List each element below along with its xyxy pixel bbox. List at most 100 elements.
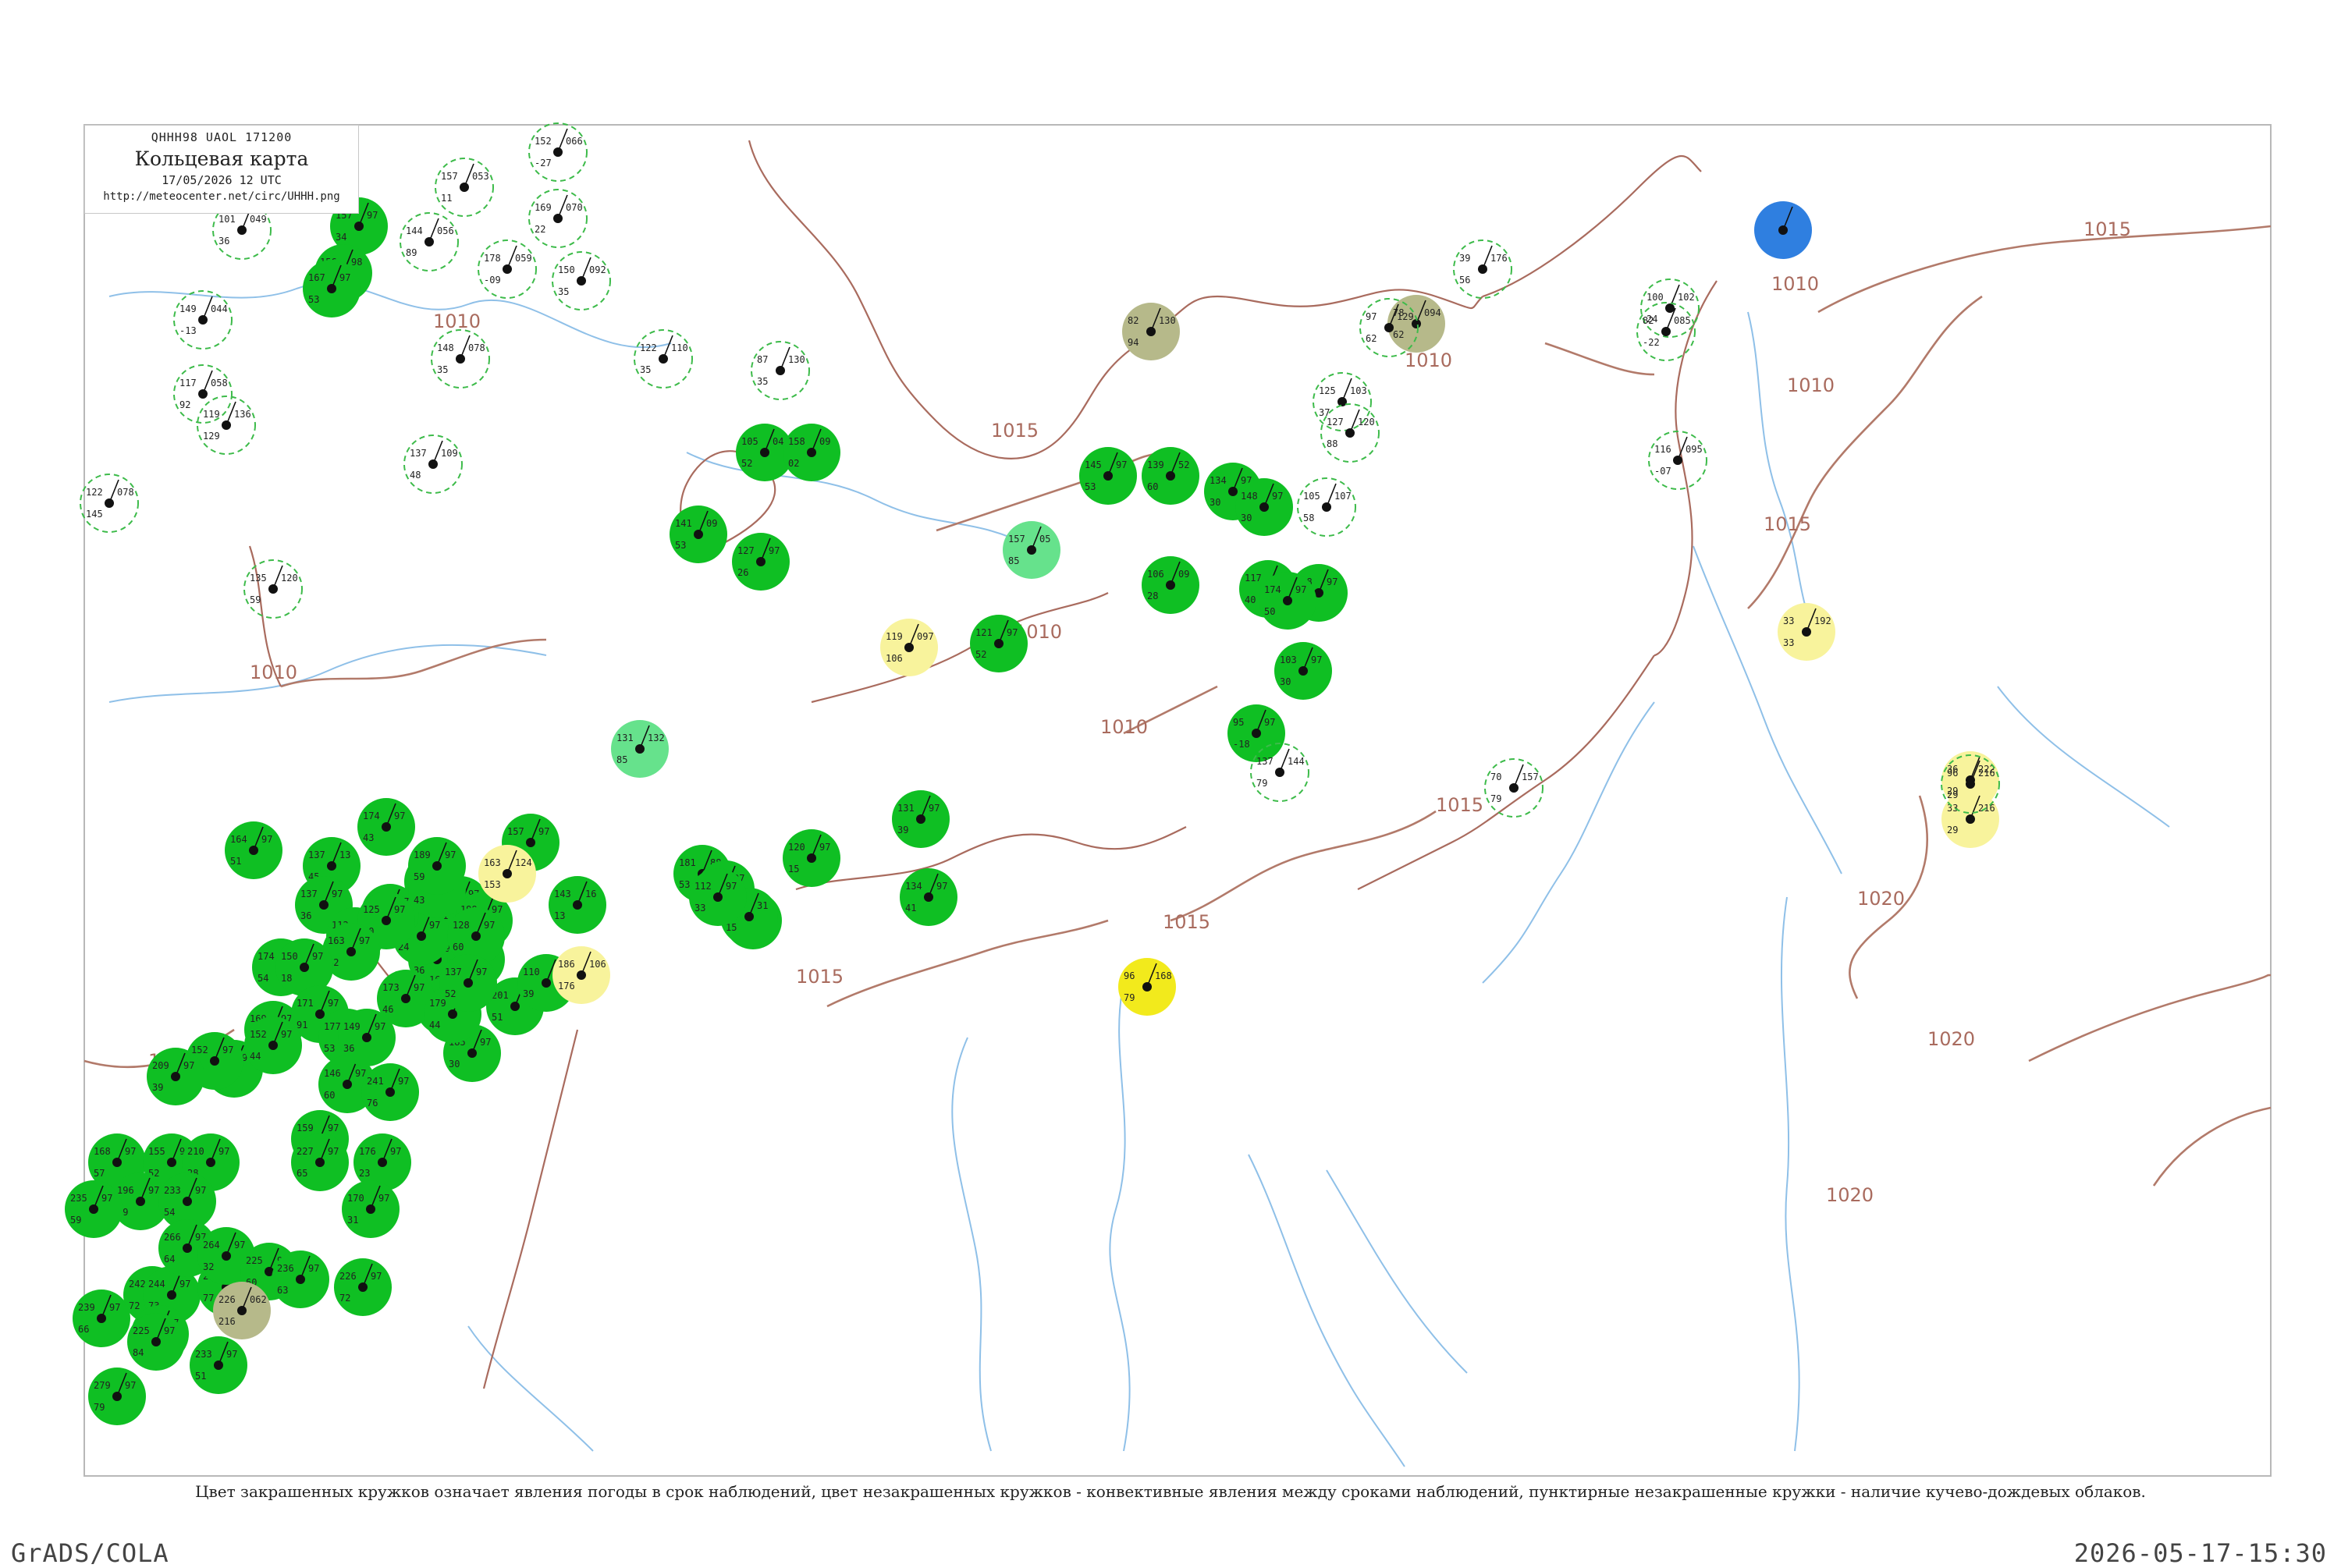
station-dewpoint: 64 (164, 1254, 175, 1265)
station-marker: 163 124 153 (478, 845, 536, 903)
isobar-label: 1015 (796, 966, 844, 988)
station-dewpoint: 85 (616, 754, 627, 765)
station-temp: 196 (117, 1185, 134, 1196)
station-pressure: 97 (1264, 717, 1275, 728)
station-pressure: 058 (211, 378, 228, 388)
station-dewpoint: 60 (324, 1090, 335, 1101)
isobar-label: 1015 (1163, 911, 1210, 933)
station-dewpoint: 52 (975, 649, 986, 660)
station-temp: 134 (1210, 475, 1227, 486)
station-dewpoint: 60 (1147, 481, 1158, 492)
station-temp: 163 (484, 857, 501, 868)
station-dewpoint: 43 (414, 895, 425, 906)
station-temp: 150 (558, 264, 575, 275)
station-dewpoint: 51 (492, 1012, 503, 1023)
station-pressure: 97 (1007, 627, 1018, 638)
station-temp: 137 (410, 448, 427, 459)
station-marker: 236 97 63 (272, 1250, 329, 1308)
station-temp: 163 (328, 935, 345, 946)
station-pressure: 98 (351, 257, 362, 268)
station-pressure: 136 (234, 409, 251, 420)
station-marker: 127 97 26 (732, 533, 790, 591)
station-pressure: 049 (250, 214, 267, 225)
station-temp: 119 (203, 409, 220, 420)
station-temp: 70 (1490, 772, 1501, 782)
station-marker: 112 97 33 (689, 868, 747, 926)
station-pressure: 102 (1678, 292, 1695, 303)
station-temp: 176 (359, 1146, 376, 1157)
station-temp: 128 (453, 920, 470, 931)
station-marker: 226 062 216 (213, 1282, 271, 1339)
station-dewpoint: 36 (218, 236, 229, 247)
station-pressure: 97 (109, 1302, 120, 1313)
station-marker: 78 09462 (1387, 295, 1445, 353)
station-dewpoint: -27 (535, 158, 552, 169)
station-temp: 101 (218, 214, 236, 225)
station-pressure: 97 (312, 951, 323, 962)
station-temp: 125 (363, 904, 380, 915)
station-dewpoint: 56 (1459, 275, 1470, 286)
station-marker: 158 09 02 (783, 424, 840, 481)
station-marker: 141 09 53 (670, 506, 727, 563)
station-pressure: 110 (671, 342, 688, 353)
station-pressure: 16 (585, 889, 596, 899)
station-marker: 131 97 39 (892, 790, 950, 848)
station-pressure: 97 (148, 1185, 159, 1196)
station-pressure: 97 (234, 1240, 245, 1250)
station-temp: 137 (1256, 756, 1274, 767)
station-pressure: 070 (566, 202, 583, 213)
isobar-label: 1010 (433, 310, 481, 332)
station-temp: 141 (675, 518, 692, 529)
station-marker (1754, 201, 1812, 259)
station-temp: 116 (1654, 444, 1671, 455)
station-dewpoint: 62 (1366, 333, 1377, 344)
station-pressure: 97 (414, 982, 425, 993)
station-temp: 168 (94, 1146, 111, 1157)
station-dewpoint: 30 (449, 1059, 460, 1070)
station-dewpoint: 53 (1085, 481, 1096, 492)
station-temp: 135 (250, 573, 267, 584)
station-temp: 146 (324, 1068, 341, 1079)
station-pressure: 132 (648, 733, 665, 743)
station-dewpoint: 41 (905, 903, 916, 913)
station-dewpoint: 35 (437, 364, 448, 375)
station-pressure: 078 (117, 487, 134, 498)
station-pressure: 97 (375, 1021, 385, 1032)
isobar-label: 1015 (1436, 794, 1483, 816)
station-temp: 266 (164, 1232, 181, 1243)
station-pressure: 078 (468, 342, 485, 353)
station-pressure: 216 (1978, 768, 1995, 779)
station-temp: 226 (339, 1271, 357, 1282)
station-dewpoint: 76 (367, 1098, 378, 1109)
station-dewpoint: 30 (1241, 513, 1252, 523)
station-marker: 225 97 84 (127, 1313, 185, 1371)
station-pressure: 168 (1155, 970, 1172, 981)
station-dewpoint: 29 (1947, 825, 1958, 835)
station-temp: 155 (148, 1146, 165, 1157)
station-dewpoint: 22 (535, 224, 545, 235)
station-temp: 209 (152, 1060, 169, 1071)
station-marker: 103 97 30 (1274, 642, 1332, 700)
station-marker: 119 097 106 (880, 619, 938, 676)
station-pressure: 059 (515, 253, 532, 264)
station-temp: 103 (1280, 655, 1297, 665)
station-marker: 120 97 15 (783, 829, 840, 887)
station-marker: 152 97 44 (244, 1016, 302, 1074)
station-pressure: 066 (566, 136, 583, 147)
station-temp: 127 (1327, 417, 1344, 427)
station-temp: 164 (230, 834, 247, 845)
station-pressure: 97 (328, 998, 339, 1009)
station-dewpoint: 52 (445, 988, 456, 999)
station-pressure: 09 (1178, 569, 1189, 580)
station-pressure: 129 (1397, 311, 1414, 322)
station-temp: 149 (343, 1021, 361, 1032)
station-pressure: 120 (1358, 417, 1375, 427)
map-url[interactable]: http://meteocenter.net/circ/UHHH.png (85, 190, 358, 203)
station-dewpoint: 32 (203, 1261, 214, 1272)
isobar-label: 1020 (1857, 888, 1905, 910)
station-pressure: 52 (1178, 459, 1189, 470)
weather-map: 1015 1010 1015 1010 1010 1010 1010 1010 … (65, 122, 2272, 1477)
station-marker: 226 97 72 (334, 1258, 392, 1316)
station-pressure: 97 (1327, 576, 1337, 587)
station-temp: 127 (737, 545, 755, 556)
